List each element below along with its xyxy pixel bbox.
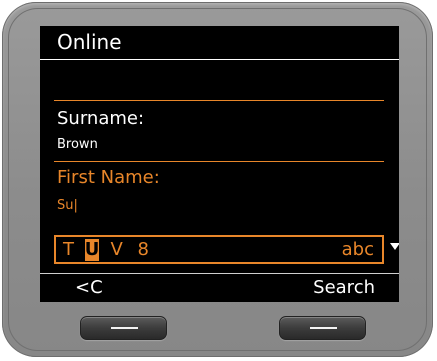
dash-icon (111, 327, 138, 329)
keypad-input-row[interactable]: T U V 8 abc (54, 235, 384, 264)
search-softkey[interactable]: Search (313, 277, 375, 299)
surname-field[interactable]: Brown (57, 137, 98, 152)
right-hardware-key[interactable] (279, 316, 366, 340)
dash-icon (310, 327, 337, 329)
form-divider-middle (54, 161, 384, 162)
back-softkey[interactable]: <C (75, 277, 103, 299)
keypad-char-v[interactable]: V (110, 239, 122, 261)
keypad-char-list: T U V 8 (63, 239, 154, 261)
phone-device: Online Surname: Brown First Name: Su| T … (2, 2, 433, 357)
title-divider (40, 59, 399, 60)
input-mode-label: abc (341, 239, 374, 260)
screen-title: Online (57, 30, 122, 54)
title-bar: Online (40, 26, 399, 58)
keypad-char-8[interactable]: 8 (138, 239, 149, 261)
firstname-field[interactable]: Su| (57, 198, 78, 213)
triangle-down-icon[interactable] (390, 243, 399, 250)
keypad-char-u-selected[interactable]: U (84, 239, 99, 261)
firstname-label: First Name: (57, 167, 160, 188)
left-hardware-key[interactable] (80, 316, 167, 340)
form-divider-top (54, 100, 384, 101)
softkey-bar: <C Search (40, 273, 399, 302)
phone-screen: Online Surname: Brown First Name: Su| T … (40, 26, 399, 302)
keypad-char-t[interactable]: T (63, 239, 74, 261)
surname-label: Surname: (57, 108, 145, 129)
